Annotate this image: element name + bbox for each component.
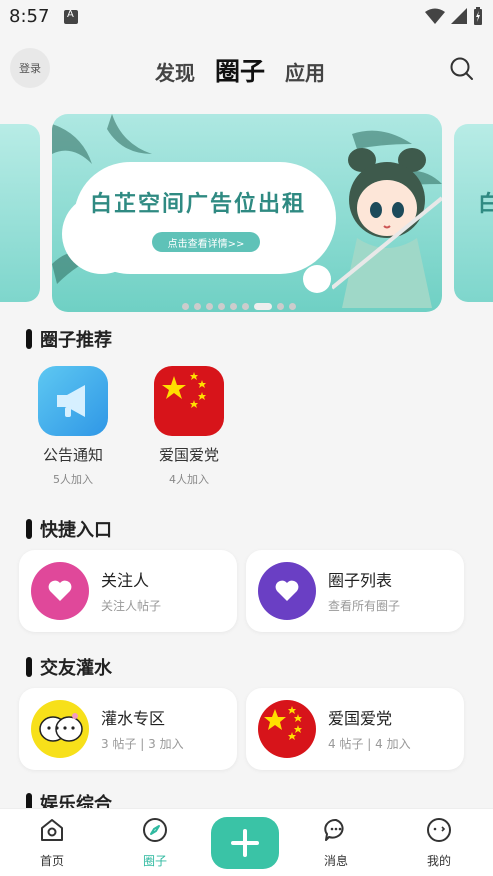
card-subtitle: 关注人帖子 (101, 599, 162, 613)
banner-detail-button[interactable]: 点击查看详情>> (152, 232, 260, 252)
notification-icon (64, 9, 78, 24)
section-shortcuts: 快捷入口 (26, 516, 112, 542)
carousel-dot (206, 303, 213, 310)
carousel-dot (182, 303, 189, 310)
section-bar (26, 519, 32, 539)
tab-circles[interactable]: 圈子 (215, 52, 265, 88)
search-icon[interactable] (449, 56, 475, 82)
message-icon (324, 818, 344, 841)
circle-item-announcements[interactable]: 公告通知 5人加入 (28, 366, 118, 487)
banner-slide[interactable]: 白芷空间广告位出租 点击查看详情>> (52, 114, 442, 312)
circle-member-count: 4人加入 (169, 473, 209, 486)
section-title-text: 交友灌水 (40, 658, 112, 679)
section-title-text: 快捷入口 (40, 520, 112, 541)
banner-title: 白芷空间广告位出租 (90, 192, 307, 217)
chat-faces-icon (31, 700, 89, 758)
card-subtitle: 3 帖子 | 3 加入 (101, 737, 184, 751)
nav-label: 消息 (323, 854, 348, 868)
card-title: 关注人 (101, 571, 150, 590)
card-subtitle: 查看所有圈子 (328, 599, 401, 613)
nav-circles[interactable]: 圈子 (120, 817, 190, 869)
header-tabs: 发现 圈子 应用 (155, 52, 325, 88)
profile-icon (427, 818, 451, 842)
nav-label: 圈子 (142, 854, 167, 868)
china-flag-icon (258, 700, 316, 758)
banner-carousel[interactable]: 白芷空间广告位出租 点击查看详情>> 白 (0, 114, 493, 314)
carousel-dot (289, 303, 296, 310)
status-bar: 8:57 (0, 0, 493, 34)
carousel-dot (242, 303, 249, 310)
login-button[interactable]: 登录 (10, 48, 50, 88)
plus-icon (231, 829, 259, 857)
nav-profile[interactable]: 我的 (404, 817, 474, 869)
battery-icon (474, 7, 482, 25)
shortcut-card-following[interactable]: 关注人 关注人帖子 (19, 550, 237, 632)
circle-name: 公告通知 (42, 446, 103, 464)
heart-icon (31, 562, 89, 620)
moon-decoration (303, 265, 331, 293)
bottom-navigation: 首页 圈子 消息 我的 (0, 808, 493, 876)
nav-messages[interactable]: 消息 (301, 817, 371, 869)
section-title-text: 圈子推荐 (40, 330, 112, 351)
china-flag-icon (154, 366, 224, 436)
carousel-dot (277, 303, 284, 310)
nav-label: 我的 (426, 854, 451, 868)
wifi-icon (425, 8, 445, 24)
carousel-dot (218, 303, 225, 310)
card-title: 圈子列表 (328, 571, 393, 590)
compass-icon (143, 818, 167, 842)
circle-name: 爱国爱党 (158, 446, 219, 464)
character-illustration (332, 148, 442, 308)
tab-discover[interactable]: 发现 (155, 57, 195, 86)
create-post-button[interactable] (211, 817, 279, 869)
tab-apps[interactable]: 应用 (285, 57, 325, 86)
banner-next[interactable]: 白 (454, 124, 493, 302)
status-time: 8:57 (9, 6, 50, 27)
circle-item-patriotic[interactable]: 爱国爱党 4人加入 (144, 366, 234, 487)
carousel-dot-active (254, 303, 272, 310)
home-icon (41, 819, 63, 841)
megaphone-icon (38, 366, 108, 436)
shortcut-card-circle-list[interactable]: 圈子列表 查看所有圈子 (246, 550, 464, 632)
signal-icon (451, 8, 467, 24)
circle-member-count: 5人加入 (53, 473, 93, 486)
top-navigation: 登录 发现 圈子 应用 (0, 40, 493, 98)
circle-card-chat[interactable]: 灌水专区 3 帖子 | 3 加入 (19, 688, 237, 770)
card-subtitle: 4 帖子 | 4 加入 (328, 737, 411, 751)
heart-icon (258, 562, 316, 620)
circle-card-patriotic[interactable]: 爱国爱党 4 帖子 | 4 加入 (246, 688, 464, 770)
cloud-decoration (74, 162, 336, 274)
card-title: 灌水专区 (101, 709, 166, 728)
banner-next-title: 白 (478, 192, 493, 217)
carousel-dot (194, 303, 201, 310)
carousel-indicator (182, 303, 296, 310)
banner-prev[interactable] (0, 124, 40, 302)
section-bar (26, 329, 32, 349)
section-social: 交友灌水 (26, 654, 112, 680)
section-recommend: 圈子推荐 (26, 326, 112, 352)
card-title: 爱国爱党 (328, 709, 393, 728)
carousel-dot (230, 303, 237, 310)
nav-home[interactable]: 首页 (17, 817, 87, 869)
section-bar (26, 657, 32, 677)
status-icons (425, 7, 483, 25)
nav-label: 首页 (39, 854, 64, 868)
